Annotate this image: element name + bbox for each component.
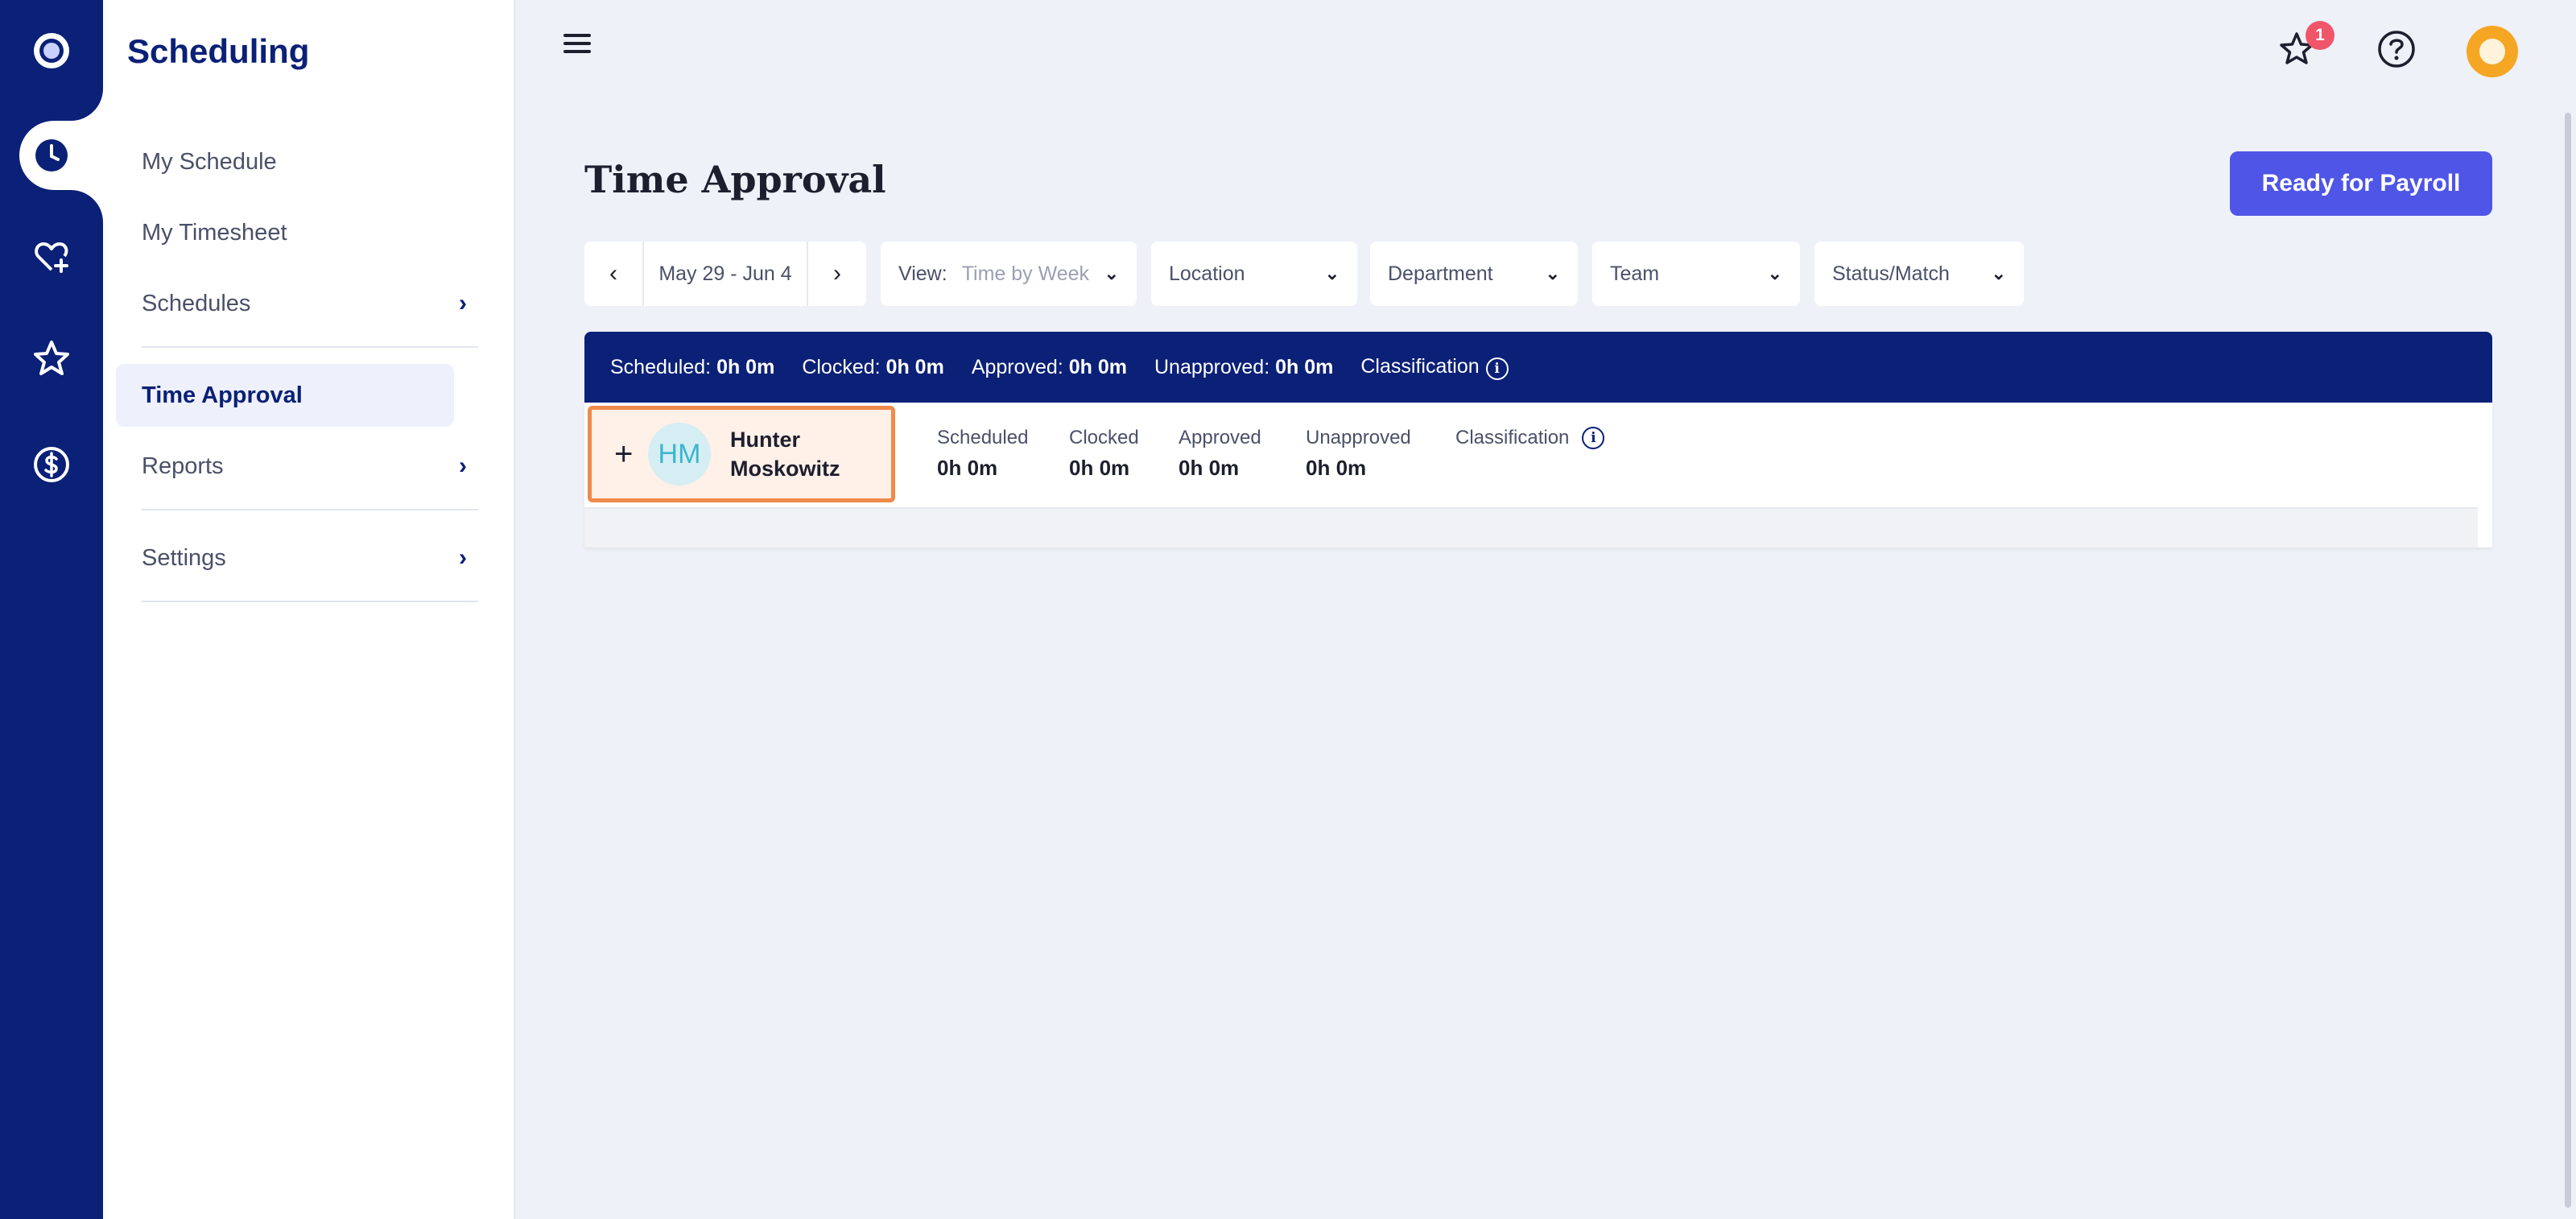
chevron-right-icon: › (459, 452, 467, 479)
employee-scheduled-stat: Scheduled 0h 0m (937, 427, 1029, 480)
clock-icon[interactable] (0, 105, 103, 206)
sidebar-item-label: Time Approval (142, 382, 303, 408)
date-range-picker: ‹ May 29 - Jun 4 › (584, 242, 866, 306)
sidebar-item-label: Reports (142, 452, 224, 479)
status-match-label: Status/Match (1832, 262, 1950, 285)
sidebar-item-label: Settings (142, 544, 226, 571)
summary-bar: Scheduled: 0h 0m Clocked: 0h 0m Approved… (584, 332, 2492, 403)
department-dropdown[interactable]: Department ⌄ (1370, 242, 1578, 306)
sidebar-item-my-schedule[interactable]: My Schedule (142, 130, 478, 193)
sidebar: Scheduling My Schedule My Timesheet Sche… (103, 0, 515, 1219)
employee-cell[interactable]: + HM Hunter Moskowitz (588, 406, 895, 502)
location-dropdown[interactable]: Location ⌄ (1151, 242, 1357, 306)
sidebar-divider (142, 601, 478, 602)
notification-badge: 1 (2306, 21, 2334, 50)
dollar-icon[interactable] (0, 414, 103, 515)
team-label: Team (1610, 262, 1660, 285)
section-title: Scheduling (127, 32, 310, 70)
sidebar-item-time-approval[interactable]: Time Approval (116, 364, 454, 427)
employee-unapproved-stat: Unapproved 0h 0m (1306, 427, 1411, 480)
employee-classification: Classification i (1455, 427, 1605, 449)
employee-clocked-stat: Clocked 0h 0m (1069, 427, 1139, 480)
sidebar-item-my-timesheet[interactable]: My Timesheet (142, 201, 478, 264)
info-icon[interactable]: i (1582, 427, 1605, 449)
sidebar-divider (142, 509, 478, 510)
page-title: Time Approval (584, 158, 886, 201)
prev-week-button[interactable]: ‹ (584, 242, 642, 306)
chevron-down-icon: ⌄ (1991, 263, 2006, 283)
expand-plus-icon[interactable]: + (614, 436, 646, 473)
status-match-dropdown[interactable]: Status/Match ⌄ (1814, 242, 2024, 306)
sidebar-item-label: My Timesheet (142, 219, 287, 246)
team-dropdown[interactable]: Team ⌄ (1592, 242, 1800, 306)
employee-avatar: HM (648, 423, 711, 486)
department-label: Department (1388, 262, 1493, 285)
sidebar-item-label: Schedules (142, 290, 251, 316)
date-range-label[interactable]: May 29 - Jun 4 (642, 242, 808, 306)
sidebar-item-label: My Schedule (142, 148, 277, 175)
employee-name: Hunter Moskowitz (730, 428, 840, 481)
summary-classification: Classification i (1360, 355, 1509, 380)
chevron-right-icon: › (459, 290, 467, 316)
page-scrollbar[interactable] (2565, 113, 2571, 1208)
info-icon[interactable]: i (1485, 357, 1509, 380)
summary-unapproved: Unapproved: 0h 0m (1154, 355, 1334, 378)
summary-scheduled: Scheduled: 0h 0m (610, 355, 775, 378)
next-week-button[interactable]: › (808, 242, 866, 306)
chevron-down-icon: ⌄ (1324, 263, 1340, 283)
chevron-down-icon: ⌄ (1545, 263, 1560, 283)
ready-for-payroll-button[interactable]: Ready for Payroll (2230, 151, 2492, 216)
sidebar-item-schedules[interactable]: Schedules › (142, 272, 478, 335)
sidebar-divider (142, 346, 478, 348)
star-icon[interactable] (0, 308, 103, 409)
menu-icon[interactable] (564, 34, 591, 58)
table-footer (584, 507, 2478, 548)
view-value: Time by Week (961, 262, 1090, 285)
view-label: View: (898, 262, 947, 285)
logo-icon[interactable] (0, 0, 103, 101)
employee-table: + HM Hunter Moskowitz Scheduled 0h 0m Cl… (584, 403, 2492, 548)
location-label: Location (1169, 262, 1245, 285)
chevron-down-icon: ⌄ (1104, 263, 1119, 283)
user-avatar[interactable] (2467, 26, 2518, 77)
employee-approved-stat: Approved 0h 0m (1179, 427, 1261, 480)
sidebar-item-settings[interactable]: Settings › (142, 527, 478, 589)
icon-rail (0, 0, 103, 1219)
summary-approved: Approved: 0h 0m (971, 355, 1127, 378)
heart-plus-icon[interactable] (0, 206, 103, 308)
sidebar-item-reports[interactable]: Reports › (142, 435, 478, 498)
summary-clocked: Clocked: 0h 0m (802, 355, 944, 378)
chevron-right-icon: › (459, 544, 467, 571)
help-icon[interactable] (2375, 27, 2418, 71)
chevron-down-icon: ⌄ (1767, 263, 1782, 283)
view-dropdown[interactable]: View: Time by Week ⌄ (881, 242, 1137, 306)
